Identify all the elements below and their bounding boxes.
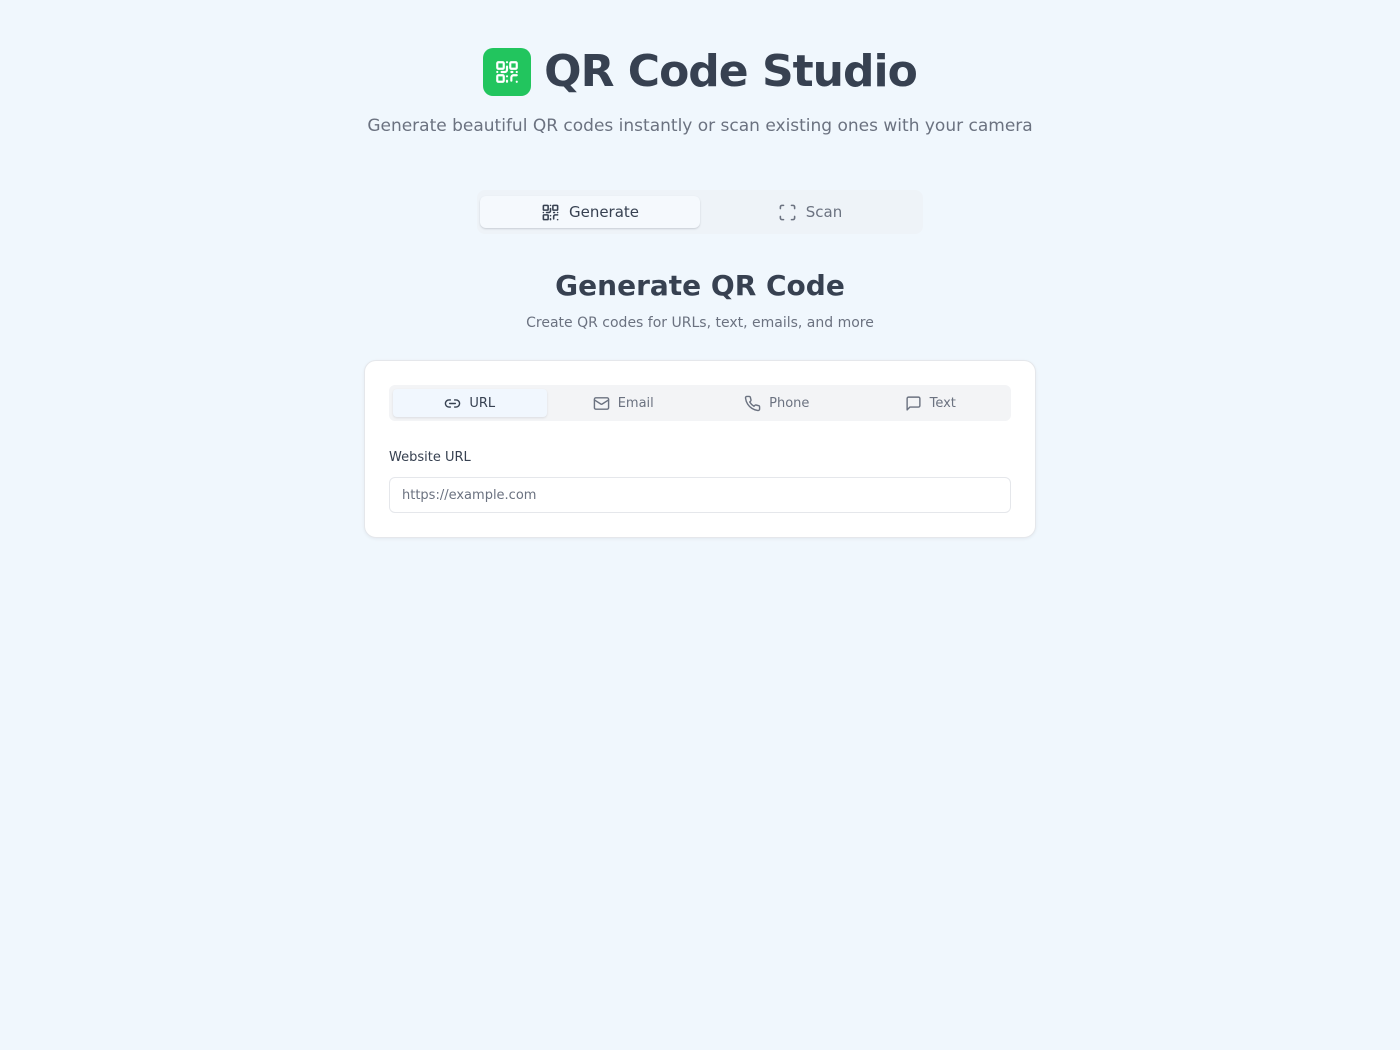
mail-icon bbox=[593, 396, 609, 410]
phone-icon bbox=[744, 395, 761, 411]
tab-generate-label: Generate bbox=[568, 203, 640, 221]
website-url-input[interactable] bbox=[389, 477, 1011, 513]
tab-text[interactable]: Text bbox=[854, 389, 1008, 417]
mode-tabs: Generate Scan bbox=[477, 190, 923, 234]
tab-email-label: Email bbox=[617, 395, 654, 411]
tab-scan-label: Scan bbox=[805, 203, 843, 221]
app-subtitle: Generate beautiful QR codes instantly or… bbox=[367, 116, 1033, 136]
website-url-label: Website URL bbox=[389, 450, 471, 465]
app-header: QR Code Studio bbox=[0, 44, 1400, 100]
app-root: QR Code Studio Generate beautiful QR cod… bbox=[0, 0, 1400, 1050]
tab-email[interactable]: Email bbox=[547, 389, 701, 417]
app-logo bbox=[483, 48, 532, 96]
tab-text-label: Text bbox=[929, 395, 956, 411]
tab-phone-label: Phone bbox=[769, 395, 810, 411]
tab-url[interactable]: URL bbox=[393, 389, 547, 417]
qr-code-icon bbox=[496, 61, 519, 83]
tab-generate[interactable]: Generate bbox=[480, 196, 700, 228]
message-icon bbox=[906, 395, 921, 411]
scan-frame-icon bbox=[779, 204, 796, 220]
tab-phone[interactable]: Phone bbox=[700, 389, 854, 417]
content-type-tabs: URL Email Phone Text bbox=[389, 385, 1011, 421]
section-title: Generate QR Code bbox=[555, 269, 845, 302]
link-icon bbox=[445, 398, 461, 408]
tab-scan[interactable]: Scan bbox=[700, 196, 920, 228]
tab-url-label: URL bbox=[469, 395, 496, 411]
section-subtitle: Create QR codes for URLs, text, emails, … bbox=[526, 315, 874, 331]
generator-card: URL Email Phone Text Website URL https:/… bbox=[364, 360, 1036, 538]
qr-code-icon bbox=[542, 204, 559, 220]
app-title: QR Code Studio bbox=[544, 46, 918, 97]
